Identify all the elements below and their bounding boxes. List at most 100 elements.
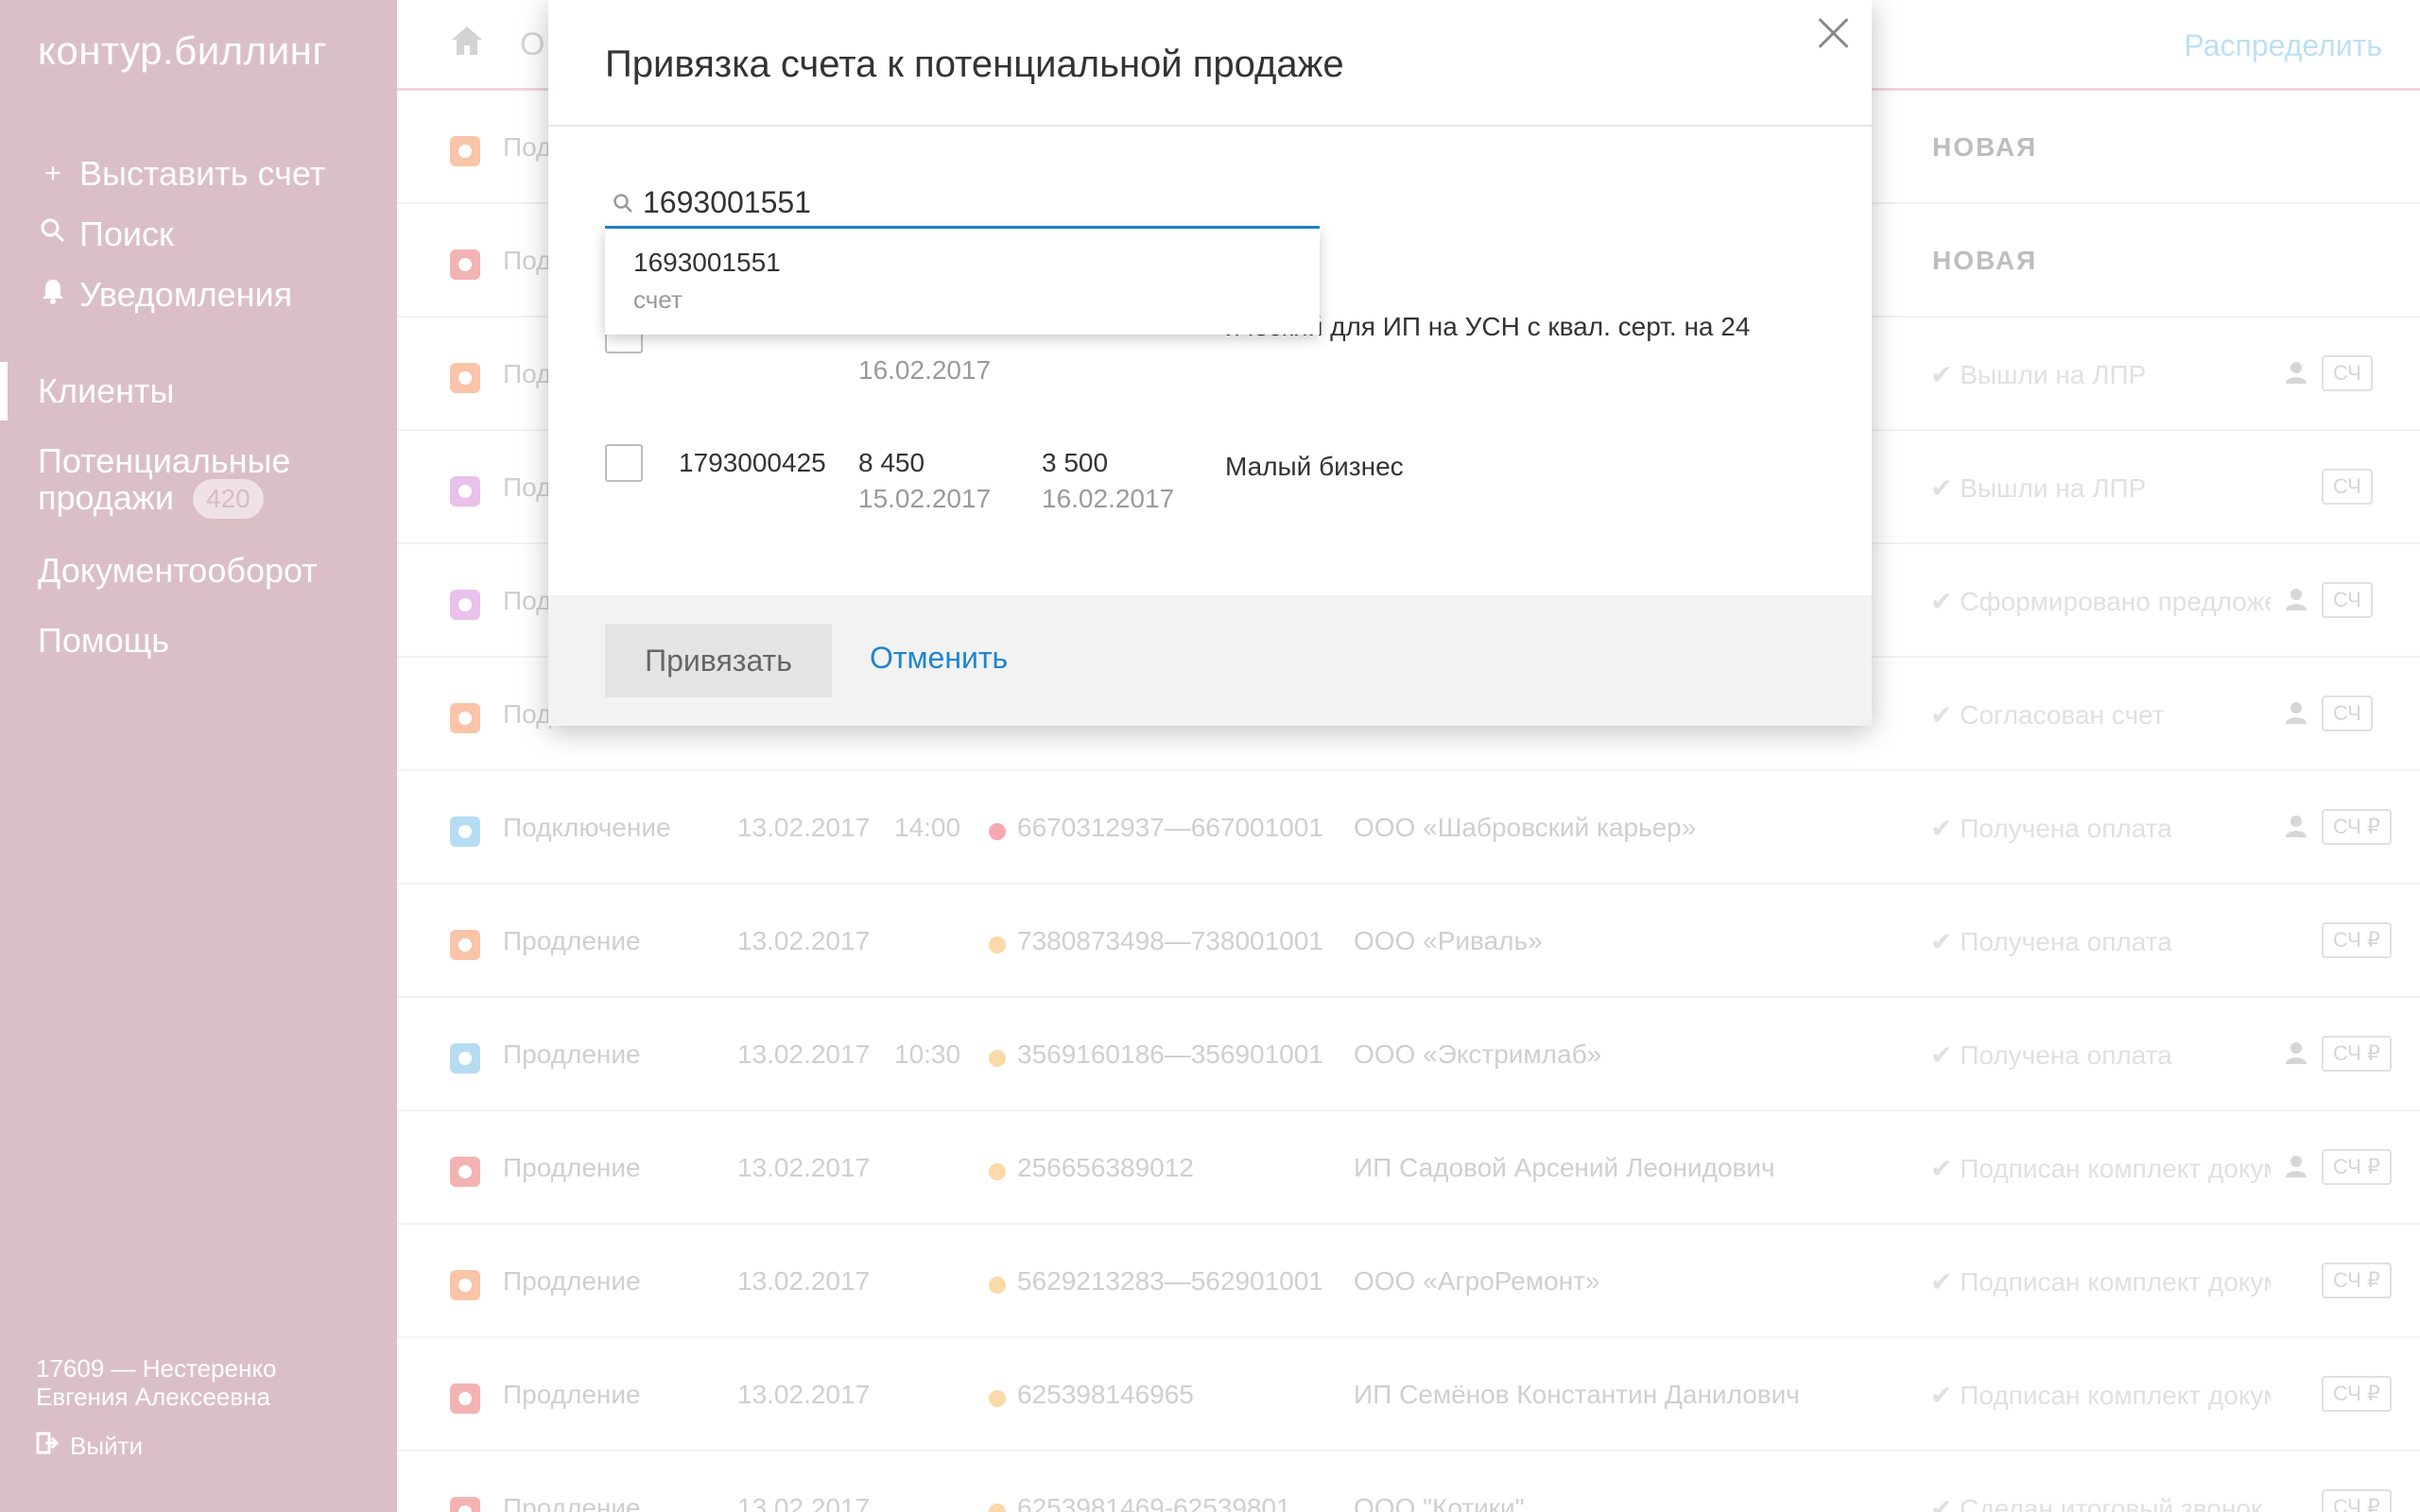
status-dot [989,1277,1006,1294]
sale-type-icon [450,249,480,280]
documents-badge[interactable]: СЧ [2322,469,2373,505]
documents-badge[interactable]: СЧ [2322,582,2373,618]
dialog-title: Привязка счета к потенциальной продаже [605,43,1344,85]
documents-badge[interactable]: СЧ ₽ [2322,1036,2392,1072]
sale-date: 13.02.2017 [737,813,871,842]
invoice-tariff: Малый бизнес [1225,452,1404,481]
page-heading: О [520,26,545,62]
sale-type: Под [503,586,552,615]
documents-badge[interactable]: СЧ [2322,696,2373,731]
sale-type-icon [450,1043,480,1074]
paid-date: 16.02.2017 [1042,484,1175,513]
sale-type: Продление [503,1040,641,1069]
sidebar-item-help[interactable]: Помощь [38,623,378,659]
sale-date: 13.02.2017 [737,1040,871,1069]
status-dot [989,1503,1006,1512]
sale-type-icon [450,1157,480,1187]
logout-link[interactable]: Выйти [36,1432,143,1461]
sale-status: ✔ Вышли на ЛПР [1930,360,2147,389]
status-dot [989,1163,1006,1180]
home-icon[interactable] [450,25,484,59]
person-icon[interactable] [2286,1041,2307,1071]
bell-icon [34,278,72,312]
sidebar: контур.биллинг + Выставить счет Поиск Ув… [0,0,397,1512]
person-icon[interactable] [2286,701,2307,730]
invoice-sum: 8 450 [858,448,925,477]
bind-button[interactable]: Привязать [605,624,832,697]
sale-row[interactable]: Продление 13.02.2017 256656389012 ИП Садово… [397,1111,2420,1225]
sale-type-icon [450,1383,480,1414]
client-name: ООО «Риваль» [1354,926,1543,955]
sidebar-item-label: Выставить счет [79,154,326,193]
client-inn: 6253981469-62539801 [1017,1493,1291,1512]
person-icon[interactable] [2286,1155,2307,1184]
suggestion-type: счет [633,285,683,314]
sale-type: Продление [503,926,641,955]
logout-icon [36,1432,60,1461]
sale-status: ✔ Подписан комплект документов [1930,1381,2271,1410]
sale-status: ✔ Сделан итоговый звонок [1930,1494,2263,1512]
sale-date: 13.02.2017 [737,1153,871,1182]
app-logo[interactable]: контур.биллинг [38,28,327,74]
sidebar-nav: Клиенты Потенциальные продажи 420 Докуме… [0,362,378,693]
sale-type-icon [450,476,480,507]
client-inn: 3569160186—356901001 [1017,1040,1323,1069]
person-icon[interactable] [2286,815,2307,844]
sale-status: ✔ Получена оплата [1930,927,2172,956]
sale-status: НОВАЯ [1932,246,2038,275]
documents-badge[interactable]: СЧ ₽ [2322,1149,2392,1185]
sale-status: НОВАЯ [1932,132,2038,162]
sale-row[interactable]: Продление 13.02.2017 10:30 3569160186—35690… [397,998,2420,1111]
suggestion-number: 1693001551 [633,248,781,277]
sale-row[interactable]: Подключение 13.02.2017 14:00 6670312937—667… [397,771,2420,885]
documents-badge[interactable]: СЧ ₽ [2322,1263,2392,1298]
documents-badge[interactable]: СЧ ₽ [2322,809,2392,845]
sale-status: ✔ Сформировано предложение [1930,587,2271,616]
sale-status: ✔ Получена оплата [1930,814,2172,843]
sidebar-item-search[interactable]: Поиск [34,204,325,265]
sale-row[interactable]: Продление 13.02.2017 625398146965 ИП Семёно… [397,1338,2420,1452]
client-name: ООО «Шабровский карьер» [1354,813,1697,842]
invoice-date: 15.02.2017 [858,484,992,513]
sale-row[interactable]: Продление 13.02.2017 6253981469-62539801 ОО… [397,1452,2420,1512]
client-inn: 6670312937—667001001 [1017,813,1323,842]
documents-badge[interactable]: СЧ ₽ [2322,1376,2392,1412]
sale-type-icon [450,1497,480,1512]
sidebar-item-notifications[interactable]: Уведомления [34,265,325,325]
sale-time: 14:00 [894,813,961,842]
sale-type-icon [450,136,480,166]
documents-badge[interactable]: СЧ ₽ [2322,1489,2392,1512]
distribute-button[interactable]: Распределить [2184,28,2382,63]
person-icon[interactable] [2286,588,2307,617]
sale-date: 13.02.2017 [737,1493,871,1512]
sale-row[interactable]: Продление 13.02.2017 7380873498—738001001 О… [397,885,2420,998]
status-dot [989,936,1006,954]
sale-type-icon [450,703,480,733]
sidebar-item-create-invoice[interactable]: + Выставить счет [34,144,325,204]
invoice-search-input[interactable] [643,183,1305,221]
sidebar-actions: + Выставить счет Поиск Уведомления [34,144,325,325]
sidebar-item-label: Помощь [38,621,170,660]
sale-type: Под [503,472,552,502]
client-name: ИП Садовой Арсений Леонидович [1354,1153,1775,1182]
search-suggestion[interactable]: 1693001551 счет [605,229,1320,335]
sale-type: Продление [503,1380,641,1409]
close-icon[interactable] [1815,15,1851,51]
sale-date: 13.02.2017 [737,926,871,955]
cancel-button[interactable]: Отменить [870,641,1008,676]
sidebar-item-clients[interactable]: Клиенты [0,362,378,421]
sidebar-item-label: Поиск [79,215,174,253]
sidebar-item-label: Уведомления [79,275,293,314]
status-dot [989,1390,1006,1407]
plus-icon: + [44,158,61,189]
invoice-checkbox[interactable] [605,444,643,482]
documents-badge[interactable]: СЧ [2322,355,2373,391]
sale-type: Подключение [503,813,671,842]
sale-status: ✔ Вышли на ЛПР [1930,473,2147,503]
sidebar-item-potential-sales[interactable]: Потенциальные продажи 420 [38,443,378,519]
sidebar-item-documents[interactable]: Документооборот [38,553,378,589]
count-badge: 420 [192,479,264,519]
sale-row[interactable]: Продление 13.02.2017 5629213283—562901001 О… [397,1225,2420,1338]
documents-badge[interactable]: СЧ ₽ [2322,922,2392,958]
person-icon[interactable] [2286,361,2307,390]
